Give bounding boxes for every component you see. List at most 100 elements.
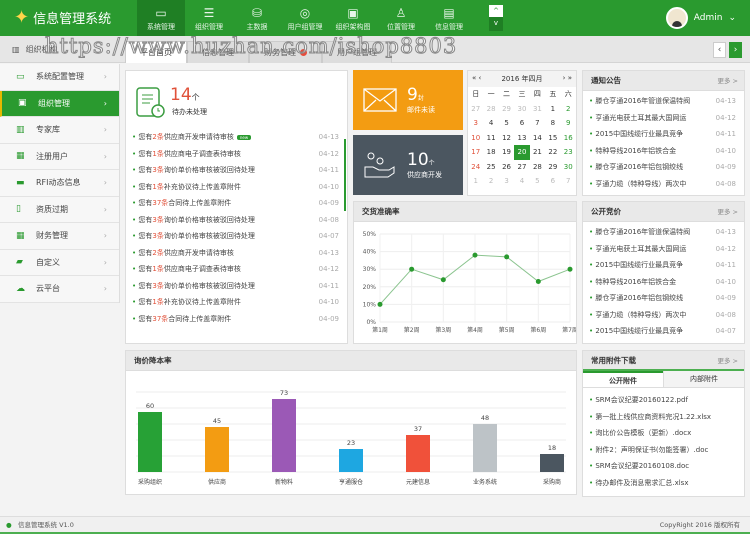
calendar-day[interactable]: 6 <box>514 116 529 131</box>
bidding-item[interactable]: 亨通力缆（特种导线）两次中04-08 <box>583 307 744 324</box>
calendar-day[interactable]: 2 <box>483 174 498 189</box>
calendar-day[interactable]: 30 <box>561 160 576 175</box>
tab-public-attachments[interactable]: 公开附件 <box>583 371 663 387</box>
calendar-day[interactable]: 7 <box>561 174 576 189</box>
tab-internal-attachments[interactable]: 内部附件 <box>663 371 744 387</box>
todo-item[interactable]: 您有1条补充协议待上传盖章附件04-10 <box>126 179 347 196</box>
tab-财务管理[interactable]: 财务管理 <box>249 41 322 63</box>
calendar-day[interactable]: 4 <box>483 116 498 131</box>
attachment-item[interactable]: 附件2：声明保证书(勿能签署）.doc <box>583 442 744 459</box>
user-menu[interactable]: Admin⌄ <box>666 7 736 29</box>
calendar-day[interactable]: 28 <box>483 102 498 117</box>
todo-scrollbar[interactable] <box>344 139 346 211</box>
nav-组织管理[interactable]: ☰组织管理 <box>185 0 233 36</box>
bidding-item[interactable]: 滕仓亨通2016年铝包钢绞线04-09 <box>583 290 744 307</box>
calendar-day[interactable]: 24 <box>468 160 483 175</box>
calendar-day[interactable]: 18 <box>483 145 498 160</box>
calendar-day[interactable]: 3 <box>468 116 483 131</box>
calendar-day[interactable]: 28 <box>530 160 545 175</box>
attachment-item[interactable]: SRM会议纪要20160108.doc <box>583 458 744 475</box>
calendar-day[interactable]: 14 <box>530 131 545 146</box>
calendar-day[interactable]: 2 <box>561 102 576 117</box>
bidding-item[interactable]: 2015中国线缆行业最具竞争04-07 <box>583 323 744 340</box>
calendar-day[interactable]: 3 <box>499 174 514 189</box>
notice-item[interactable]: 滕仓亨通2016年铝包钢绞线04-09 <box>583 159 744 176</box>
calendar-day[interactable]: 29 <box>499 102 514 117</box>
calendar-day[interactable]: 23 <box>561 145 576 160</box>
calendar-day[interactable]: 17 <box>468 145 483 160</box>
tab-信息管理[interactable]: 信息管理 <box>187 41 249 63</box>
bidding-item[interactable]: 2015中国线缆行业最具竞争04-11 <box>583 257 744 274</box>
bidding-item[interactable]: 滕仓亨通2016年管道保温特阀04-13 <box>583 224 744 241</box>
sidebar-item-自定义[interactable]: ▰自定义› <box>0 250 119 277</box>
supplier-card[interactable]: 10个供应商开发 <box>353 135 463 195</box>
attachment-item[interactable]: SRM会议纪要20160122.pdf <box>583 392 744 409</box>
calendar-day[interactable]: 30 <box>514 102 529 117</box>
attachment-item[interactable]: 询比价公告模板（更新）.docx <box>583 425 744 442</box>
notice-item[interactable]: 亨通光电获土耳其最大国网运04-12 <box>583 110 744 127</box>
bidding-item[interactable]: 亨通光电获土耳其最大国网运04-12 <box>583 241 744 258</box>
calendar-day[interactable]: 12 <box>499 131 514 146</box>
sidebar-item-RFI动态信息[interactable]: ▬RFI动态信息› <box>0 170 119 197</box>
sidebar-item-财务管理[interactable]: ▦财务管理› <box>0 223 119 250</box>
todo-item[interactable]: 您有1条供应商电子调查表待审核04-12 <box>126 146 347 163</box>
sidebar-item-云平台[interactable]: ☁云平台› <box>0 276 119 303</box>
nav-位置管理[interactable]: ♙位置管理 <box>377 0 425 36</box>
todo-item[interactable]: 您有37条合同待上传盖章附件04-09 <box>126 195 347 212</box>
calendar-day[interactable]: 16 <box>561 131 576 146</box>
nav-用户组管理[interactable]: ◎用户组管理 <box>281 0 329 36</box>
todo-item[interactable]: 您有2条供应商开发申请待审核new04-13 <box>126 129 347 146</box>
calendar-day[interactable]: 1 <box>545 102 560 117</box>
sidebar-item-专家库[interactable]: ▥专家库› <box>0 117 119 144</box>
calendar-day[interactable]: 9 <box>561 116 576 131</box>
calendar-day[interactable]: 20 <box>514 145 529 160</box>
calendar-day[interactable]: 10 <box>468 131 483 146</box>
mail-card[interactable]: 9封邮件未读 <box>353 70 463 130</box>
tab-prev-button[interactable]: ‹ <box>713 42 726 58</box>
calendar-day[interactable]: 6 <box>545 174 560 189</box>
sidebar-item-资质过期[interactable]: ▯资质过期› <box>0 197 119 224</box>
calendar-day[interactable]: 26 <box>499 160 514 175</box>
todo-item[interactable]: 您有37条合同待上传盖章附件04-09 <box>126 311 347 328</box>
bidding-item[interactable]: 特种导线2016年铝铁合金04-10 <box>583 274 744 291</box>
calendar-day[interactable]: 13 <box>514 131 529 146</box>
notice-item[interactable]: 滕仓亨通2016年管道保温特阀04-13 <box>583 93 744 110</box>
calendar-day[interactable]: 22 <box>545 145 560 160</box>
calendar-day[interactable]: 27 <box>468 102 483 117</box>
todo-item[interactable]: 您有1条补充协议待上传盖章附件04-10 <box>126 294 347 311</box>
notice-item[interactable]: 亨通力缆（特种导线）两次中04-08 <box>583 176 744 193</box>
notice-more-link[interactable]: 更多 > <box>717 71 738 91</box>
calendar-day[interactable]: 1 <box>468 174 483 189</box>
todo-item[interactable]: 您有1条供应商电子调查表待审核04-12 <box>126 261 347 278</box>
sidebar-item-组织管理[interactable]: ▣组织管理› <box>0 91 119 118</box>
calendar-day[interactable]: 31 <box>530 102 545 117</box>
nav-组织架构图[interactable]: ▣组织架构图 <box>329 0 377 36</box>
attachment-item[interactable]: 待办邮件及消息需求汇总.xlsx <box>583 475 744 492</box>
tab-用户组管理[interactable]: 用户组管理 <box>322 41 392 63</box>
sidebar-item-注册用户[interactable]: ▦注册用户› <box>0 144 119 171</box>
attachment-item[interactable]: 第一批上线供应商资料完况1.22.xlsx <box>583 409 744 426</box>
calendar-day[interactable]: 7 <box>530 116 545 131</box>
bidding-more-link[interactable]: 更多 > <box>717 202 738 222</box>
calendar-day[interactable]: 15 <box>545 131 560 146</box>
todo-item[interactable]: 您有3条询价单价格审核被驳回待处理04-08 <box>126 212 347 229</box>
calendar-next-icon[interactable]: › » <box>563 74 572 84</box>
calendar-day[interactable]: 27 <box>514 160 529 175</box>
nav-scroll[interactable]: ^v <box>489 5 503 31</box>
calendar-day[interactable]: 21 <box>530 145 545 160</box>
calendar-day[interactable]: 19 <box>499 145 514 160</box>
todo-item[interactable]: 您有3条询价单价格审核被驳回待处理04-07 <box>126 228 347 245</box>
calendar-day[interactable]: 8 <box>545 116 560 131</box>
nav-主数据[interactable]: ⛁主数据 <box>233 0 281 36</box>
calendar-prev-icon[interactable]: « ‹ <box>472 74 481 84</box>
app-logo[interactable]: ✦信息管理系统 <box>14 8 111 27</box>
todo-item[interactable]: 您有3条询价单价格审核被驳回待处理04-11 <box>126 278 347 295</box>
nav-系统管理[interactable]: ▭系统管理 <box>137 0 185 36</box>
calendar-day[interactable]: 5 <box>530 174 545 189</box>
tab-平台首页[interactable]: 平台首页 <box>125 41 187 63</box>
attachments-more-link[interactable]: 更多 > <box>717 351 738 371</box>
calendar-day[interactable]: 11 <box>483 131 498 146</box>
calendar-day[interactable]: 4 <box>514 174 529 189</box>
nav-up-icon[interactable]: ^ <box>489 5 503 17</box>
tab-next-button[interactable]: › <box>729 42 742 58</box>
